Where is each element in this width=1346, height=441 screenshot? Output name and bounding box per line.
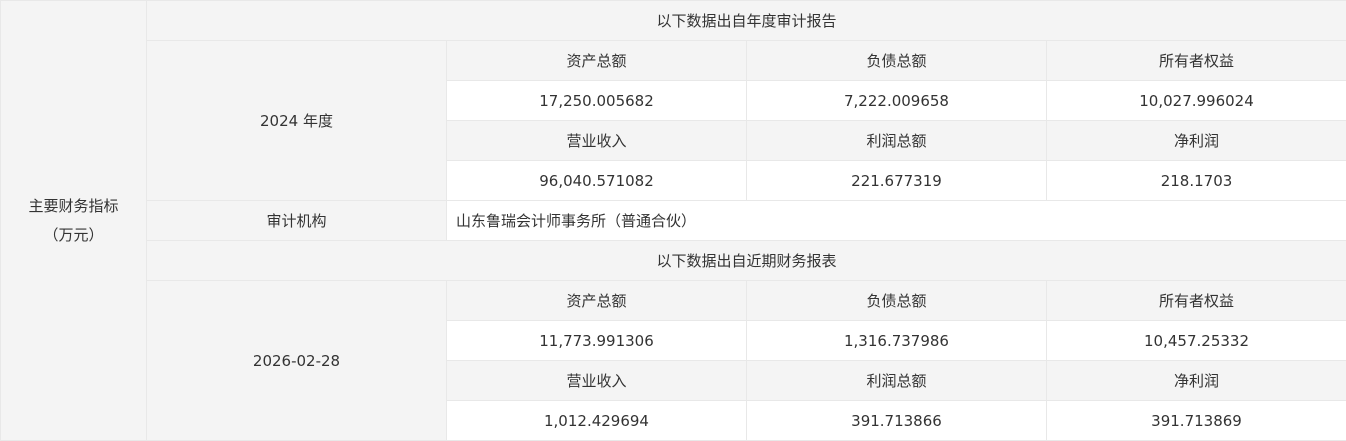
- recent-period: 2026-02-28: [147, 281, 447, 441]
- value-net-profit: 391.713869: [1047, 401, 1346, 441]
- audit-headers-row-1: 2024 年度 资产总额 负债总额 所有者权益: [1, 41, 1346, 81]
- header-total-liabilities: 负债总额: [747, 281, 1047, 321]
- header-operating-revenue: 营业收入: [447, 361, 747, 401]
- value-total-profit: 391.713866: [747, 401, 1047, 441]
- header-total-liabilities: 负债总额: [747, 41, 1047, 81]
- header-operating-revenue: 营业收入: [447, 121, 747, 161]
- value-total-profit: 221.677319: [747, 161, 1047, 201]
- header-owners-equity: 所有者权益: [1047, 281, 1346, 321]
- financial-indicators-table: 主要财务指标 （万元） 以下数据出自年度审计报告 2024 年度 资产总额 负债…: [0, 0, 1346, 441]
- recent-report-header: 以下数据出自近期财务报表: [147, 241, 1346, 281]
- header-net-profit: 净利润: [1047, 361, 1346, 401]
- value-net-profit: 218.1703: [1047, 161, 1346, 201]
- value-total-assets: 11,773.991306: [447, 321, 747, 361]
- section-label-unit: （万元）: [1, 221, 146, 250]
- value-operating-revenue: 1,012.429694: [447, 401, 747, 441]
- section-label-title: 主要财务指标: [1, 192, 146, 221]
- recent-header-row: 以下数据出自近期财务报表: [1, 241, 1346, 281]
- header-total-profit: 利润总额: [747, 121, 1047, 161]
- header-owners-equity: 所有者权益: [1047, 41, 1346, 81]
- section-label: 主要财务指标 （万元）: [1, 1, 147, 441]
- audit-header-row: 主要财务指标 （万元） 以下数据出自年度审计报告: [1, 1, 1346, 41]
- header-net-profit: 净利润: [1047, 121, 1346, 161]
- value-owners-equity: 10,027.996024: [1047, 81, 1346, 121]
- auditor-label: 审计机构: [147, 201, 447, 241]
- recent-headers-row-1: 2026-02-28 资产总额 负债总额 所有者权益: [1, 281, 1346, 321]
- auditor-row: 审计机构 山东鲁瑞会计师事务所（普通合伙）: [1, 201, 1346, 241]
- audit-report-header: 以下数据出自年度审计报告: [147, 1, 1346, 41]
- header-total-assets: 资产总额: [447, 281, 747, 321]
- value-total-assets: 17,250.005682: [447, 81, 747, 121]
- value-total-liabilities: 7,222.009658: [747, 81, 1047, 121]
- value-total-liabilities: 1,316.737986: [747, 321, 1047, 361]
- header-total-profit: 利润总额: [747, 361, 1047, 401]
- header-total-assets: 资产总额: [447, 41, 747, 81]
- audit-period: 2024 年度: [147, 41, 447, 201]
- value-operating-revenue: 96,040.571082: [447, 161, 747, 201]
- value-owners-equity: 10,457.25332: [1047, 321, 1346, 361]
- auditor-value: 山东鲁瑞会计师事务所（普通合伙）: [447, 201, 1346, 241]
